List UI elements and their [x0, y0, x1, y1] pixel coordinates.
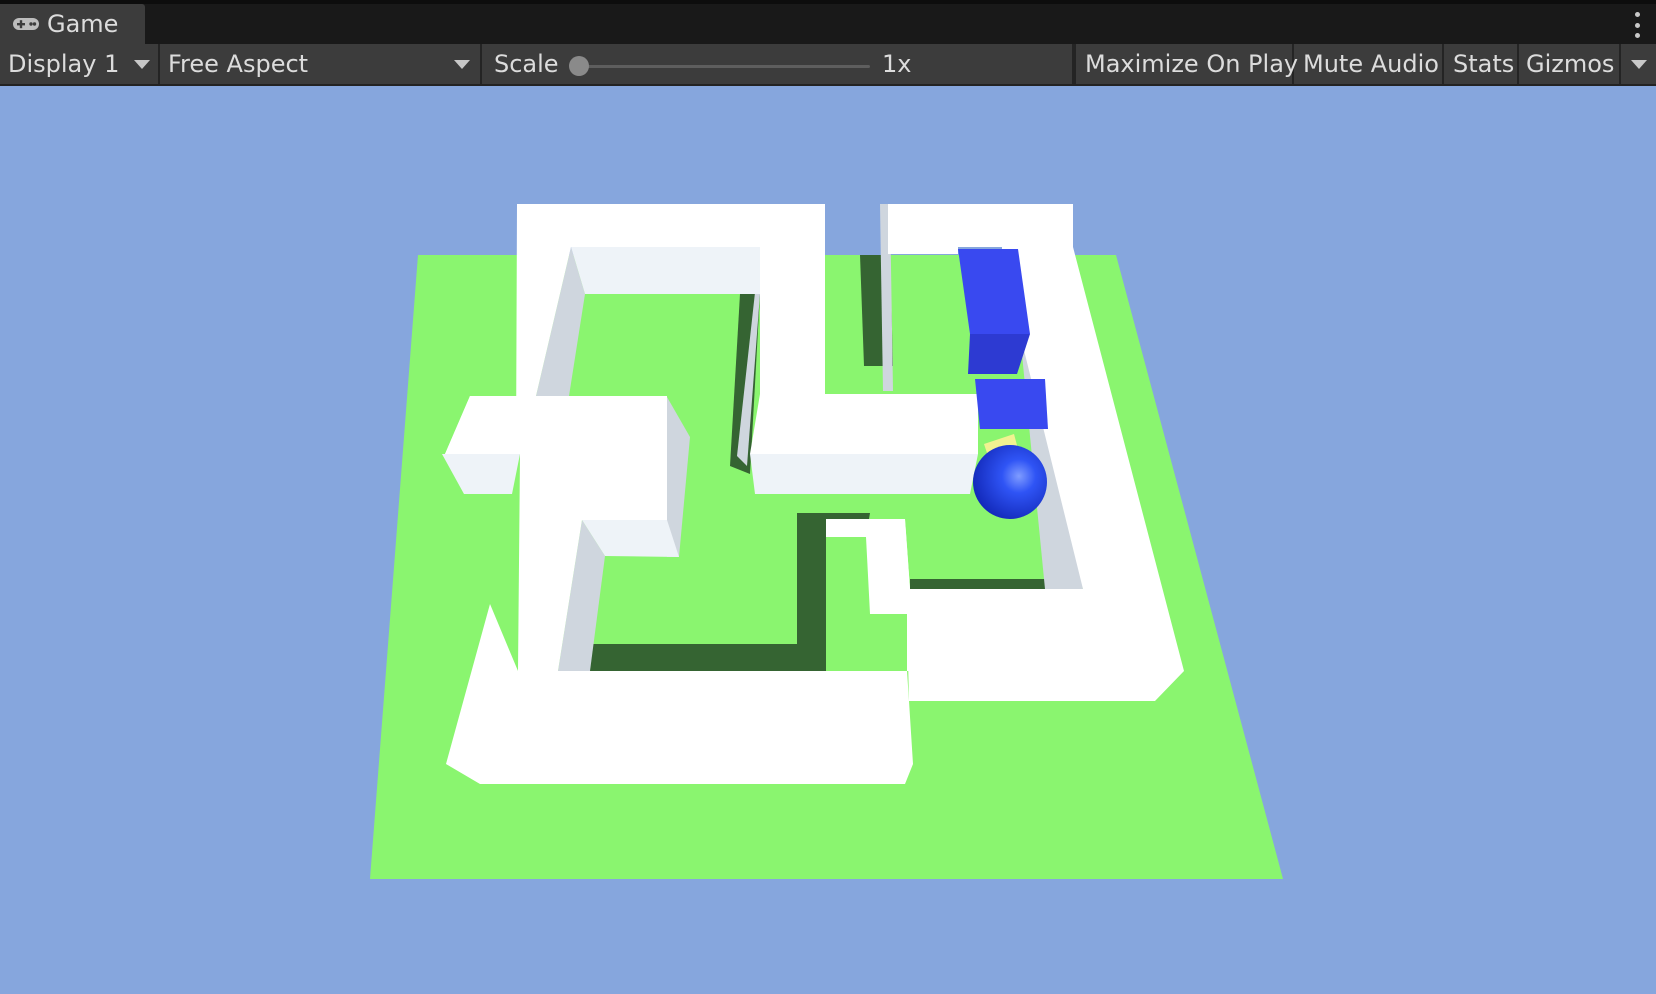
- scale-slider-track[interactable]: [578, 65, 870, 68]
- kebab-menu-icon[interactable]: [1630, 12, 1644, 38]
- player-ball: [973, 445, 1047, 519]
- maximize-on-play-label: Maximize On Play: [1085, 50, 1299, 78]
- tab-game[interactable]: Game: [0, 4, 145, 44]
- scale-value: 1x: [882, 50, 912, 78]
- chevron-down-icon: [454, 60, 470, 69]
- maximize-on-play-toggle[interactable]: Maximize On Play: [1074, 44, 1298, 84]
- scale-control: Scale 1x: [482, 44, 1074, 84]
- gizmos-label: Gizmos: [1526, 50, 1615, 78]
- display-dropdown[interactable]: Display 1: [0, 44, 160, 84]
- chevron-down-icon: [134, 60, 150, 69]
- aspect-dropdown[interactable]: Free Aspect: [160, 44, 482, 84]
- tab-bar: Game: [0, 4, 1656, 44]
- game-toolbar: Display 1 Free Aspect Scale 1x Maximize …: [0, 44, 1656, 86]
- gizmos-dropdown-button[interactable]: [1621, 44, 1656, 84]
- maze-scene: [370, 204, 1283, 879]
- chevron-down-icon: [1631, 60, 1647, 69]
- scale-slider-thumb[interactable]: [569, 56, 589, 76]
- mute-audio-toggle[interactable]: Mute Audio: [1294, 44, 1444, 84]
- gizmos-toggle[interactable]: Gizmos: [1519, 44, 1621, 84]
- gamepad-icon: [12, 16, 40, 32]
- stats-toggle[interactable]: Stats: [1444, 44, 1519, 84]
- stats-label: Stats: [1453, 50, 1515, 78]
- mute-audio-label: Mute Audio: [1303, 50, 1439, 78]
- tab-game-label: Game: [47, 10, 119, 38]
- game-viewport[interactable]: [0, 86, 1656, 994]
- game-window: Game Display 1 Free Aspect Scale 1x Maxi…: [0, 0, 1656, 994]
- aspect-dropdown-label: Free Aspect: [168, 50, 309, 78]
- scale-label: Scale: [494, 50, 559, 78]
- display-dropdown-label: Display 1: [8, 50, 120, 78]
